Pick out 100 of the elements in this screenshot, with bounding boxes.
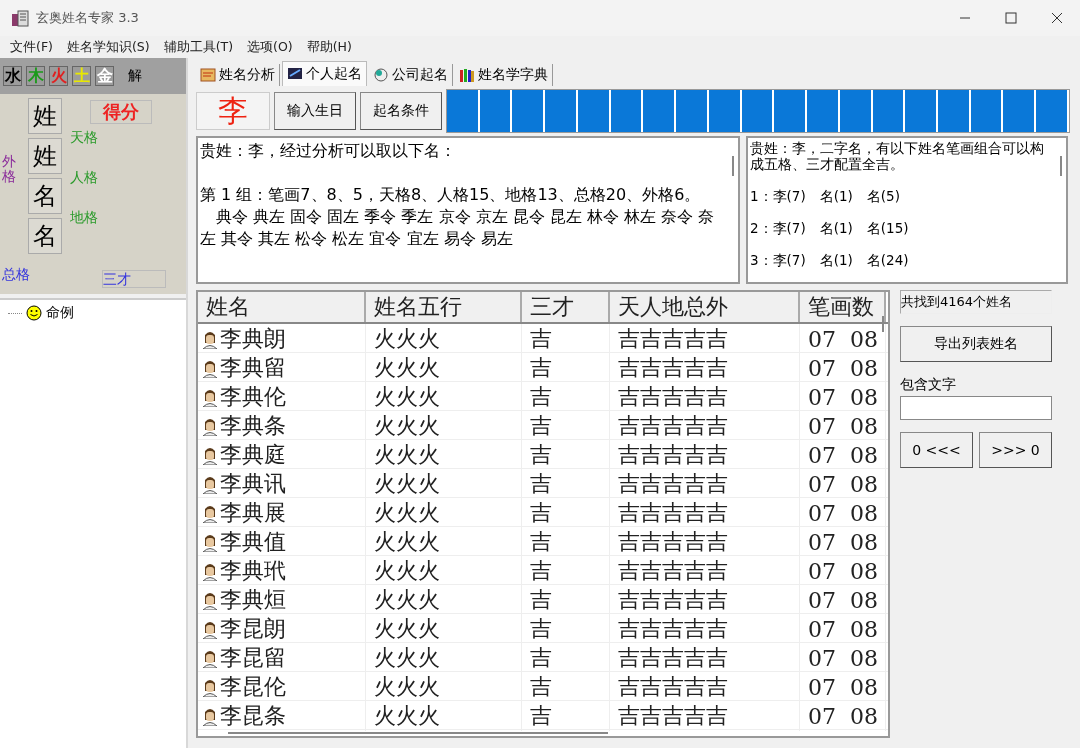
combination-intro: 贵姓：李，二字名，有以下姓名笔画组合可以构成五格、三才配置全吉。 (750, 140, 1045, 172)
table-cell: 07 08 (808, 413, 878, 439)
person-icon (202, 358, 218, 378)
column-header[interactable]: 天人地总外 (610, 292, 800, 322)
result-count: 共找到4164个姓名 (900, 290, 1052, 314)
tab-icon (287, 66, 303, 82)
analysis-text: 贵姓：李，经过分析可以取以下名： (200, 140, 457, 162)
table-cell: 07 08 (808, 529, 878, 555)
person-icon (202, 677, 218, 697)
next-button[interactable]: >>> 0 (979, 432, 1052, 468)
analysis-text: 第 1 组：笔画7、8、5，天格8、人格15、地格13、总格20、外格6。 (200, 184, 702, 206)
table-cell-text: 李典烜 (220, 586, 286, 614)
table-cell: 07 08 (808, 326, 878, 352)
table-cell-text: 火火火 (374, 528, 440, 556)
table-cell-text: 李典伦 (220, 383, 286, 411)
element-button[interactable]: 水 (3, 66, 22, 86)
table-cell-text: 吉 (530, 325, 552, 353)
window-title: 玄奥姓名专家 3.3 (36, 9, 140, 27)
table-cell: 07 08 (808, 616, 878, 642)
table-cell-text: 火火火 (374, 412, 440, 440)
wai-ge-label: 外格 (2, 154, 16, 184)
table-cell-text: 吉吉吉吉吉 (618, 441, 728, 469)
export-button[interactable]: 导出列表姓名 (900, 326, 1052, 362)
person-icon (202, 445, 218, 465)
table-cell-text: 吉吉吉吉吉 (618, 673, 728, 701)
table-cell-text: 李昆朗 (220, 615, 286, 643)
surname-box: 李 (196, 92, 270, 130)
column-header[interactable]: 姓名 (198, 292, 366, 322)
table-cell-text: 李典玳 (220, 557, 286, 585)
tree-item[interactable]: 命例 (46, 304, 74, 322)
table-cell-text: 吉 (530, 412, 552, 440)
table-cell: 07 08 (808, 442, 878, 468)
character-box: 姓 (28, 138, 62, 174)
person-icon (202, 532, 218, 552)
character-box: 名 (28, 178, 62, 214)
table-cell-text: 火火火 (374, 383, 440, 411)
sancai-box: 三才 (102, 270, 166, 288)
menu-item[interactable]: 姓名学知识(S) (60, 36, 156, 58)
analysis-text: 典令 典左 固令 固左 季令 季左 京令 京左 昆令 昆左 林令 林左 奈令 奈左 其令 其左 松令 松左 宜令 宜左 易令 易左 (200, 206, 716, 250)
table-cell-text: 李典条 (220, 412, 286, 440)
column-header[interactable]: 三才 (522, 292, 610, 322)
table-cell-text: 吉吉吉吉吉 (618, 557, 728, 585)
toolbar-button[interactable]: 输入生日 (274, 92, 356, 130)
toolbar-button[interactable]: 起名条件 (360, 92, 442, 130)
tab-icon (200, 67, 216, 83)
combination-item: 2：李(7) 名(1) 名(15) (750, 220, 910, 236)
person-icon (202, 590, 218, 610)
score-box: 得分 (90, 100, 152, 124)
menu-item[interactable]: 文件(F) (4, 36, 59, 58)
table-cell-text: 火火火 (374, 470, 440, 498)
person-icon (202, 648, 218, 668)
menu-item[interactable]: 帮助(H) (300, 36, 358, 58)
table-cell: 07 08 (808, 587, 878, 613)
table-cell-text: 吉 (530, 470, 552, 498)
table-cell-text: 李典值 (220, 528, 286, 556)
tian-ge-label: 天格 (69, 129, 99, 147)
table-cell-text: 吉吉吉吉吉 (618, 644, 728, 672)
column-header[interactable]: 笔画数 (800, 292, 886, 322)
table-cell-text: 火火火 (374, 325, 440, 353)
table-cell-text: 吉吉吉吉吉 (618, 528, 728, 556)
combination-item: 3：李(7) 名(1) 名(24) (750, 252, 910, 268)
contains-input-field[interactable] (900, 396, 1052, 420)
character-box: 姓 (28, 98, 62, 134)
table-cell-text: 吉 (530, 441, 552, 469)
table-cell-text: 李典庭 (220, 441, 286, 469)
close-icon[interactable] (1051, 12, 1063, 24)
table-cell-text: 吉吉吉吉吉 (618, 383, 728, 411)
maximize-icon[interactable] (1005, 12, 1017, 24)
analysis-text-box[interactable]: 贵姓：李，经过分析可以取以下名： 第 1 组：笔画7、8、5，天格8、人格15、地格13、总格20、外格6。 典令 典左 固令 固左 季令 季左 京令 京左 昆令 昆左 林令 林左 奈令 奈左 其令 其左 松令 松左 宜令 宜左 易令 易左 (196, 136, 740, 284)
app-icon (10, 8, 30, 28)
table-cell-text: 吉 (530, 673, 552, 701)
person-icon (202, 561, 218, 581)
combination-text-box[interactable]: 贵姓：李，二字名，有以下姓名笔画组合可以构成五格、三才配置全吉。 1：李(7) 名(1) 名(5) 2：李(7) 名(1) 名(15) 3：李(7) 名(1) 名(24) (746, 136, 1068, 284)
table-cell-text: 李典讯 (220, 470, 286, 498)
person-icon (202, 474, 218, 494)
table-cell-text: 火火火 (374, 673, 440, 701)
table-cell: 07 08 (808, 500, 878, 526)
table-cell-text: 李典展 (220, 499, 286, 527)
table-cell-text: 李昆伦 (220, 673, 286, 701)
table-cell-text: 吉 (530, 528, 552, 556)
table-cell-text: 火火火 (374, 354, 440, 382)
tab[interactable]: 个人起名 (282, 61, 367, 86)
table-cell-text: 吉吉吉吉吉 (618, 586, 728, 614)
table-cell-text: 李昆条 (220, 702, 286, 730)
table-cell-text: 吉 (530, 354, 552, 382)
table-cell-text: 李典朗 (220, 325, 286, 353)
table-cell-text: 吉吉吉吉吉 (618, 325, 728, 353)
prev-button[interactable]: 0 <<< (900, 432, 973, 468)
contains-label: 包含文字 (900, 376, 957, 394)
person-icon (202, 387, 218, 407)
table-cell-text: 吉 (530, 383, 552, 411)
table-cell-text: 吉吉吉吉吉 (618, 499, 728, 527)
explain-label[interactable]: 解 (128, 67, 142, 85)
table-cell-text: 吉 (530, 702, 552, 730)
menu-item[interactable]: 辅助工具(T) (157, 36, 240, 58)
zong-ge-label: 总格 (2, 266, 31, 284)
table-cell: 07 08 (808, 384, 878, 410)
menu-item[interactable]: 选项(O) (241, 36, 299, 58)
column-header[interactable]: 姓名五行 (366, 292, 522, 322)
table-cell-text: 火火火 (374, 615, 440, 643)
